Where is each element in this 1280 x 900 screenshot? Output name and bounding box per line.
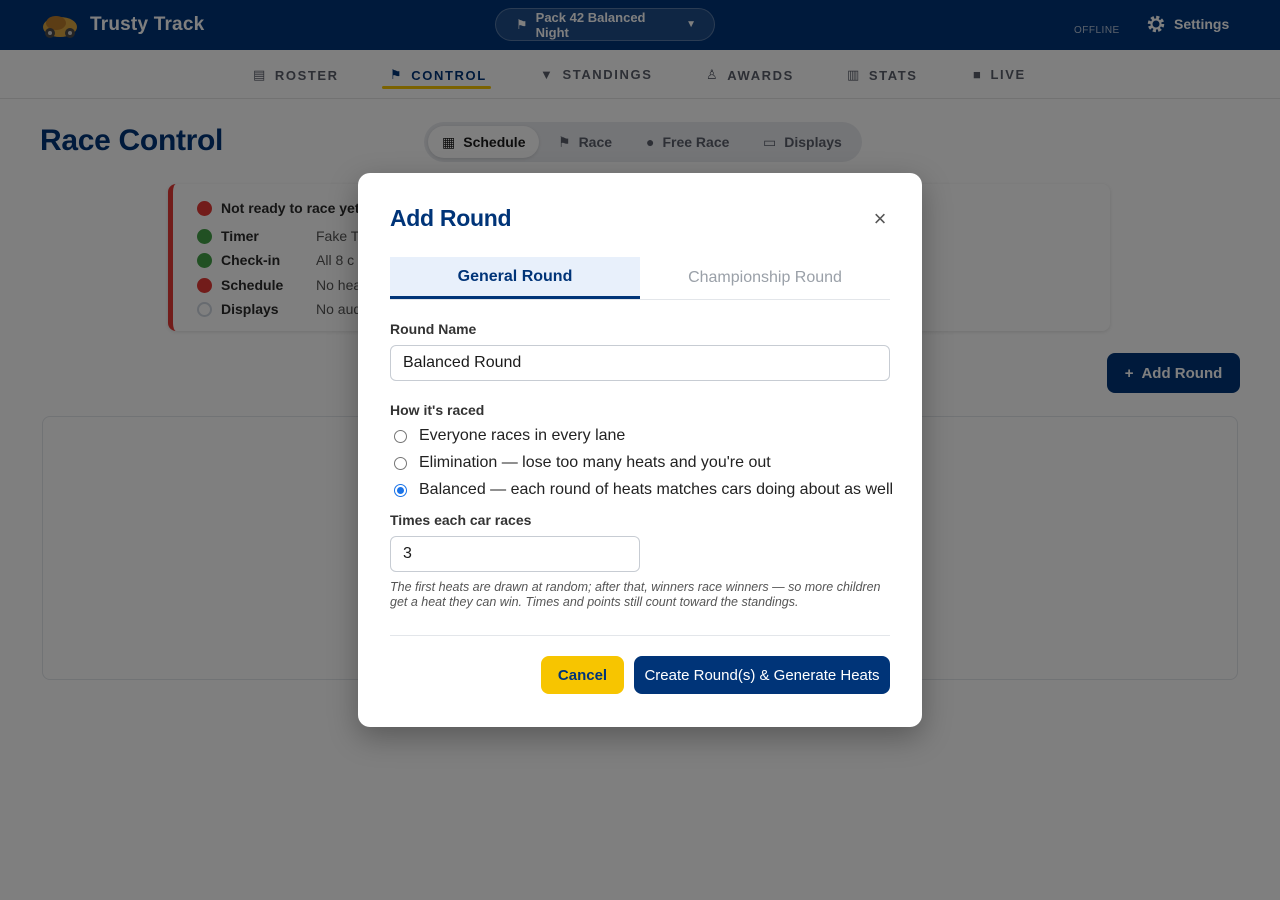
how-raced-label: How it's raced xyxy=(390,402,485,418)
add-round-dialog: Add Round × General Round Championship R… xyxy=(358,173,922,727)
option-elimination[interactable]: Elimination — lose too many heats and yo… xyxy=(394,454,771,472)
footer-divider xyxy=(390,635,890,636)
create-rounds-button[interactable]: Create Round(s) & Generate Heats xyxy=(634,656,890,694)
balanced-help-text: The first heats are drawn at random; aft… xyxy=(390,580,881,609)
round-type-tabs: General Round Championship Round xyxy=(390,257,890,300)
radio-button[interactable] xyxy=(394,429,407,443)
radio-button[interactable] xyxy=(394,456,407,470)
times-each-car-input[interactable] xyxy=(390,536,640,572)
option-label: Balanced — each round of heats matches c… xyxy=(419,481,894,498)
option-label: Everyone races in every lane xyxy=(419,427,626,444)
tab-general-round[interactable]: General Round xyxy=(390,257,640,299)
radio-button-selected[interactable] xyxy=(394,483,407,497)
option-every-lane[interactable]: Everyone races in every lane xyxy=(394,427,625,445)
dialog-title: Add Round xyxy=(390,205,512,231)
option-label: Elimination — lose too many heats and yo… xyxy=(419,454,771,471)
round-name-input[interactable] xyxy=(390,345,890,381)
close-icon[interactable]: × xyxy=(870,207,890,231)
times-each-car-label: Times each car races xyxy=(390,512,532,528)
tab-championship-round[interactable]: Championship Round xyxy=(640,257,890,299)
cancel-button[interactable]: Cancel xyxy=(541,656,624,694)
round-name-label: Round Name xyxy=(390,321,477,337)
option-balanced[interactable]: Balanced — each round of heats matches c… xyxy=(394,481,893,499)
